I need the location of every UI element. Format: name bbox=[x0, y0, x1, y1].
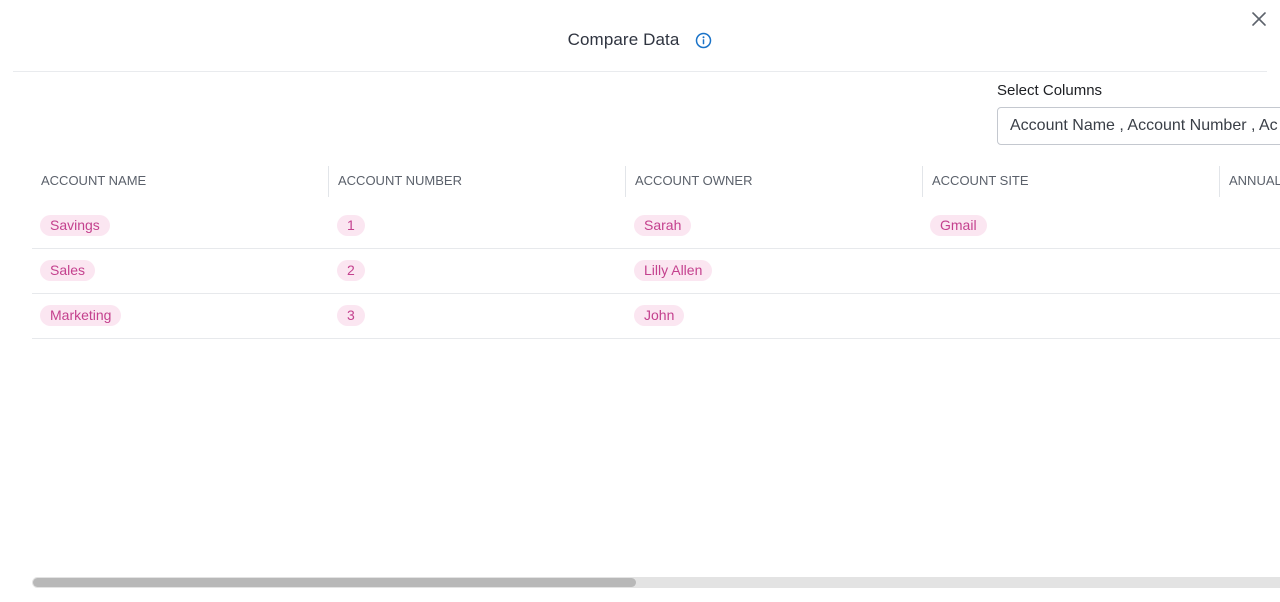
account-name-tag: Sales bbox=[40, 260, 96, 281]
account-owner-tag: Sarah bbox=[634, 215, 692, 236]
header-account-owner[interactable]: ACCOUNT OWNER bbox=[635, 166, 752, 198]
title-inner: Compare Data bbox=[568, 30, 713, 50]
column-separator[interactable] bbox=[922, 166, 923, 197]
select-columns-dropdown[interactable]: Account Name , Account Number , Ac bbox=[997, 107, 1280, 145]
compare-data-modal: Compare Data Select Columns Account Name… bbox=[0, 0, 1280, 602]
select-columns-value: Account Name , Account Number , Ac bbox=[1010, 117, 1278, 134]
column-separator[interactable] bbox=[625, 166, 626, 197]
header-account-site[interactable]: ACCOUNT SITE bbox=[932, 166, 1029, 198]
column-separator[interactable] bbox=[1219, 166, 1220, 197]
compare-table: ACCOUNT NAME ACCOUNT NUMBER ACCOUNT OWNE… bbox=[32, 160, 1280, 339]
table-row: Savings 1 Sarah Gmail bbox=[32, 204, 1280, 249]
account-owner-tag: John bbox=[634, 305, 685, 326]
select-columns-label: Select Columns bbox=[997, 82, 1103, 99]
header-account-name[interactable]: ACCOUNT NAME bbox=[41, 166, 146, 198]
column-separator[interactable] bbox=[328, 166, 329, 197]
account-number-tag: 1 bbox=[337, 215, 365, 236]
account-name-tag: Savings bbox=[40, 215, 110, 236]
table-header-row: ACCOUNT NAME ACCOUNT NUMBER ACCOUNT OWNE… bbox=[32, 160, 1280, 204]
info-circle-icon[interactable] bbox=[695, 32, 712, 49]
modal-header: Compare Data bbox=[0, 0, 1280, 72]
account-owner-tag: Lilly Allen bbox=[634, 260, 713, 281]
account-number-tag: 2 bbox=[337, 260, 365, 281]
account-number-tag: 3 bbox=[337, 305, 365, 326]
table-row: Marketing 3 John bbox=[32, 294, 1280, 339]
horizontal-scrollbar-thumb[interactable] bbox=[33, 578, 636, 587]
header-account-number[interactable]: ACCOUNT NUMBER bbox=[338, 166, 462, 198]
close-icon[interactable] bbox=[1249, 9, 1269, 29]
account-name-tag: Marketing bbox=[40, 305, 122, 326]
modal-title: Compare Data bbox=[567, 30, 680, 49]
title-wrap: Compare Data bbox=[0, 30, 1280, 54]
header-annual[interactable]: ANNUAL bbox=[1229, 166, 1280, 198]
table-row: Sales 2 Lilly Allen bbox=[32, 249, 1280, 294]
header-divider bbox=[13, 71, 1267, 72]
account-site-tag: Gmail bbox=[930, 215, 987, 236]
